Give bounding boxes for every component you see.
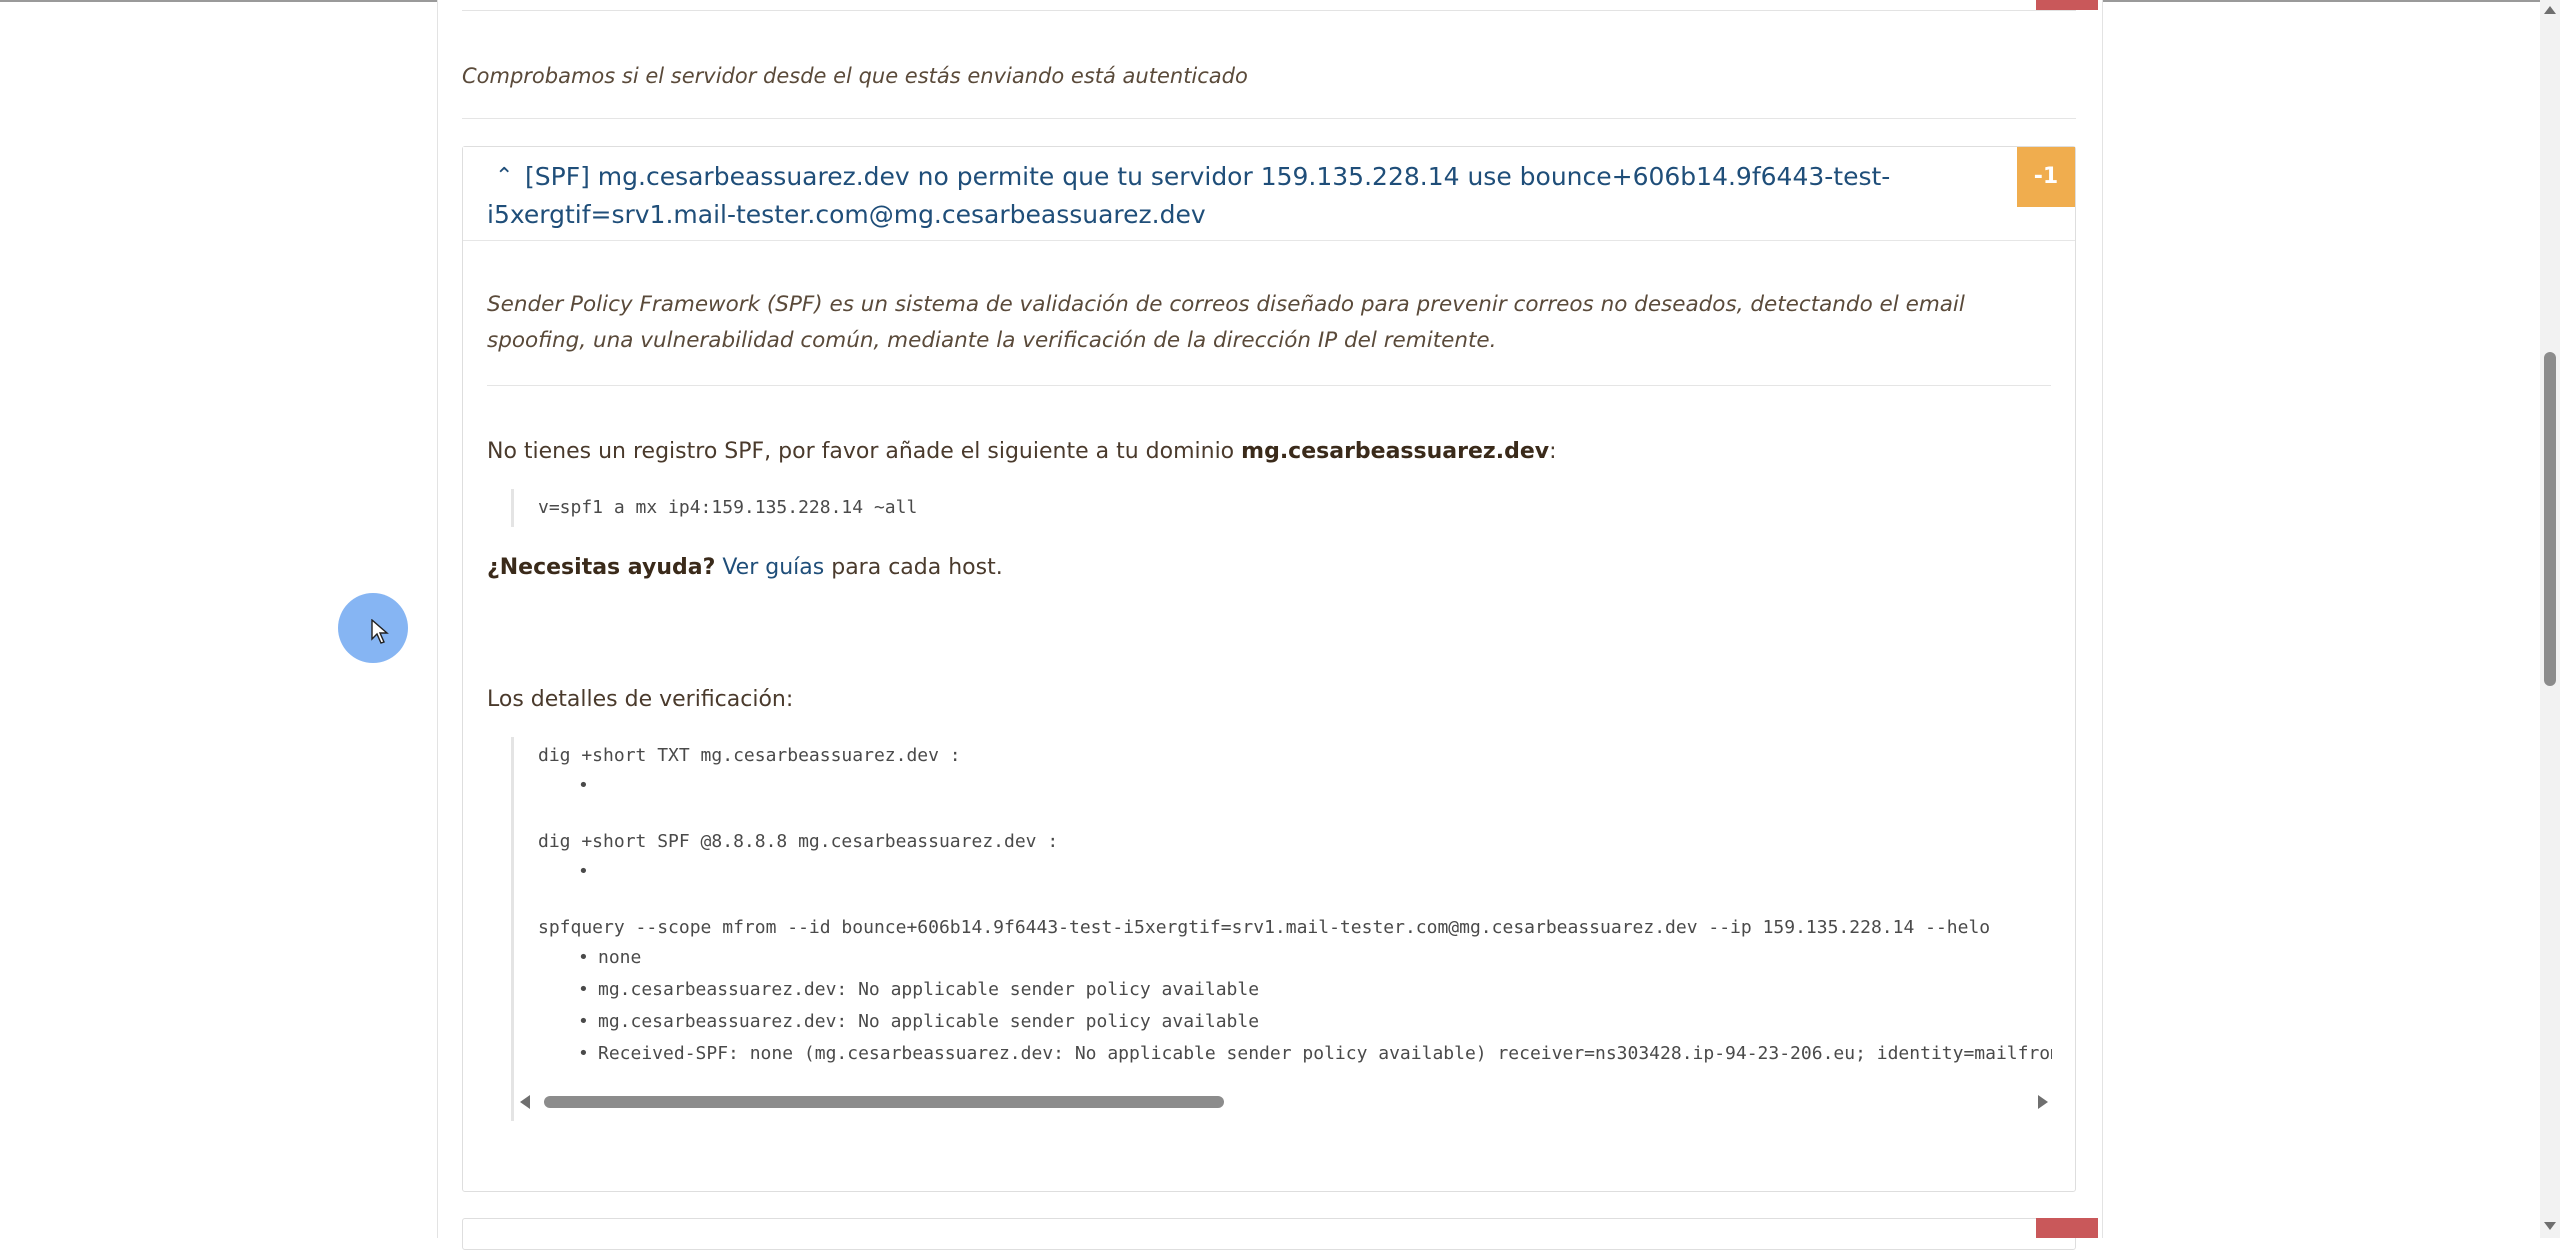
spf-panel-title[interactable]: ⌃ [SPF] mg.cesarbeassuarez.dev no permite… <box>487 159 1967 233</box>
section-divider <box>462 118 2076 119</box>
scroll-left-arrow-icon[interactable] <box>520 1095 530 1109</box>
scrollbar-thumb[interactable] <box>544 1096 1224 1108</box>
no-record-suffix: : <box>1549 439 1557 464</box>
section-description: Comprobamos si el servidor desde el que … <box>462 64 1248 88</box>
no-spf-record-message: No tienes un registro SPF, por favor aña… <box>487 439 1557 464</box>
scroll-down-arrow-icon[interactable] <box>2544 1222 2556 1230</box>
dig-spf-command: dig +short SPF @8.8.8.8 mg.cesarbeassuar… <box>538 831 1059 852</box>
no-record-prefix: No tienes un registro SPF, por favor aña… <box>487 439 1242 464</box>
verification-details: dig +short TXT mg.cesarbeassuarez.dev : … <box>511 737 2054 1121</box>
spf-record-quote: v=spf1 a mx ip4:159.135.228.14 ~all <box>511 489 917 527</box>
page-scrollbar-thumb[interactable] <box>2544 352 2556 686</box>
next-penalty-badge <box>2036 1218 2098 1238</box>
details-label: Los detalles de verificación: <box>487 687 794 712</box>
spf-title-text: [SPF] mg.cesarbeassuarez.dev no permite … <box>487 162 1891 229</box>
scroll-up-arrow-icon[interactable] <box>2544 6 2556 14</box>
scroll-right-arrow-icon[interactable] <box>2038 1095 2048 1109</box>
no-record-domain: mg.cesarbeassuarez.dev <box>1241 439 1550 464</box>
dig-txt-command: dig +short TXT mg.cesarbeassuarez.dev : <box>538 745 961 766</box>
guides-link[interactable]: Ver guías <box>722 555 824 580</box>
next-check-panel[interactable] <box>462 1218 2076 1250</box>
details-horizontal-scrollbar[interactable] <box>514 1089 2054 1115</box>
previous-penalty-badge <box>2036 0 2098 10</box>
mouse-pointer-icon <box>371 619 389 644</box>
help-bold: ¿Necesitas ayuda? <box>487 555 716 580</box>
spfquery-command: spfquery --scope mfrom --id bounce+606b1… <box>538 917 1991 938</box>
chevron-up-icon[interactable]: ⌃ <box>495 159 525 195</box>
page-vertical-scrollbar[interactable] <box>2540 0 2560 1238</box>
spf-panel-header[interactable]: ⌃ [SPF] mg.cesarbeassuarez.dev no permite… <box>463 147 2075 241</box>
explanation-divider <box>487 385 2051 386</box>
list-item: • <box>578 775 589 796</box>
spf-check-panel: ⌃ [SPF] mg.cesarbeassuarez.dev no permite… <box>462 146 2076 1192</box>
previous-panel-bottom <box>462 0 2076 11</box>
list-item: • mg.cesarbeassuarez.dev: No applicable s… <box>578 1011 1260 1032</box>
list-item: • Received-SPF: none (mg.cesarbeassuarez.… <box>578 1043 2052 1064</box>
list-item: • mg.cesarbeassuarez.dev: No applicable s… <box>578 979 1260 1000</box>
details-scroll-area[interactable]: dig +short TXT mg.cesarbeassuarez.dev : … <box>538 737 2052 1077</box>
spf-record-value: v=spf1 a mx ip4:159.135.228.14 ~all <box>538 497 918 518</box>
help-suffix: para cada host. <box>824 555 1003 580</box>
spf-score-badge: -1 <box>2017 147 2075 207</box>
help-line: ¿Necesitas ayuda? Ver guías para cada ho… <box>487 555 1003 580</box>
spf-explanation: Sender Policy Framework (SPF) es un sist… <box>487 292 1965 353</box>
list-item: • none <box>578 947 642 968</box>
list-item: • <box>578 861 589 882</box>
